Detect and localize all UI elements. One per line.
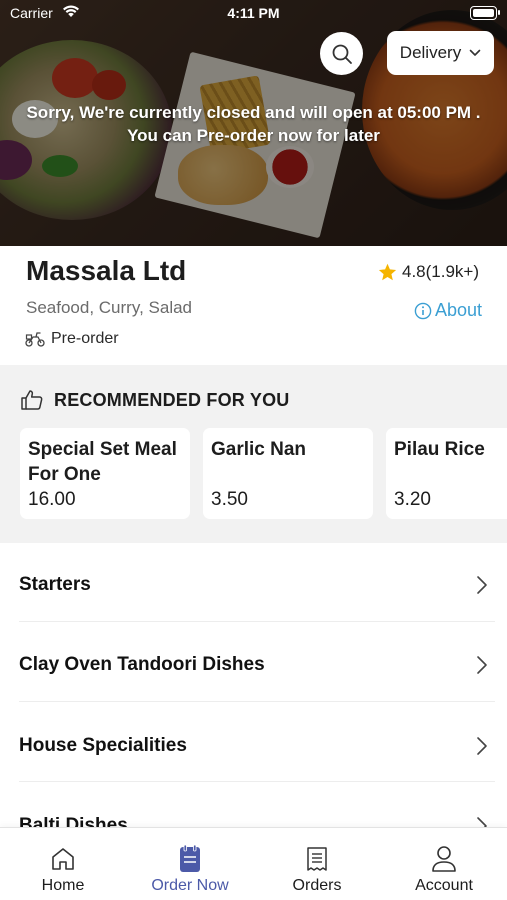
recommended-item-price: 3.20 <box>394 489 431 510</box>
tab-label: Order Now <box>151 877 229 894</box>
preorder-badge: Pre-order <box>25 330 119 348</box>
divider <box>19 701 495 702</box>
receipt-icon <box>305 845 329 873</box>
chevron-right-icon <box>477 737 487 755</box>
scooter-icon <box>25 332 45 347</box>
about-label: About <box>434 300 482 320</box>
closed-message-line-2: You can Pre-order now for later <box>127 126 380 145</box>
cuisine-list: Seafood, Curry, Salad <box>26 298 192 317</box>
tab-label: Account <box>415 877 473 894</box>
home-icon <box>50 845 76 873</box>
category-row-clay-oven-tandoori[interactable]: Clay Oven Tandoori Dishes <box>0 625 507 705</box>
recommended-item-card[interactable]: Special Set Meal For One 16.00 <box>20 428 190 519</box>
info-icon <box>414 302 432 319</box>
category-label: Starters <box>19 574 91 595</box>
thumbs-up-icon <box>21 390 43 410</box>
category-label: Clay Oven Tandoori Dishes <box>19 654 265 675</box>
order-mode-label: Delivery <box>399 43 462 62</box>
battery-icon <box>470 6 500 20</box>
recommended-section: RECOMMENDED FOR YOU Special Set Meal For… <box>0 365 507 543</box>
category-row-house-specialities[interactable]: House Specialities <box>0 706 507 786</box>
recommended-title: RECOMMENDED FOR YOU <box>54 389 290 410</box>
tab-label: Home <box>41 877 85 894</box>
tab-home[interactable]: Home <box>0 828 126 900</box>
recommended-header: RECOMMENDED FOR YOU <box>20 389 289 411</box>
tab-orders[interactable]: Orders <box>254 828 380 900</box>
recommended-item-price: 3.50 <box>211 489 248 510</box>
divider <box>19 621 495 622</box>
category-row-starters[interactable]: Starters <box>0 545 507 625</box>
recommended-item-name: Garlic Nan <box>211 439 307 460</box>
chevron-right-icon <box>477 576 487 594</box>
status-time: 4:11 PM <box>227 5 280 21</box>
star-icon <box>378 263 397 281</box>
tab-account[interactable]: Account <box>381 828 507 900</box>
tab-label: Orders <box>292 877 342 894</box>
order-mode-dropdown[interactable]: Delivery <box>387 31 494 75</box>
restaurant-name: Massala Ltd <box>26 255 187 286</box>
rating: 4.8(1.9k+) <box>378 262 479 282</box>
recommended-item-card[interactable]: Pilau Rice 3.20 <box>386 428 507 519</box>
status-bar: Carrier 4:11 PM <box>0 0 507 28</box>
chevron-down-icon <box>469 49 481 56</box>
search-icon <box>332 44 352 64</box>
preorder-label: Pre-order <box>51 330 119 347</box>
user-icon <box>431 845 457 873</box>
order-icon <box>179 845 201 873</box>
recommended-item-card[interactable]: Garlic Nan 3.50 <box>203 428 373 519</box>
category-label: House Specialities <box>19 735 187 756</box>
closed-message: Sorry, We're currently closed and will o… <box>0 101 507 147</box>
divider <box>19 781 495 782</box>
closed-message-line-1: Sorry, We're currently closed and will o… <box>26 103 481 122</box>
search-button[interactable] <box>320 32 363 75</box>
about-link[interactable]: About <box>414 300 482 321</box>
hero-banner: Carrier 4:11 PM Delivery Sorry, We're cu… <box>0 0 507 246</box>
recommended-item-name: Special Set Meal For One <box>28 439 177 485</box>
rating-value: 4.8(1.9k+) <box>401 262 479 281</box>
chevron-right-icon <box>477 656 487 674</box>
recommended-item-price: 16.00 <box>28 489 76 510</box>
bottom-tab-bar: Home Order Now Orders Account <box>0 827 507 900</box>
recommended-item-name: Pilau Rice <box>394 439 485 460</box>
tab-order-now[interactable]: Order Now <box>127 828 253 900</box>
